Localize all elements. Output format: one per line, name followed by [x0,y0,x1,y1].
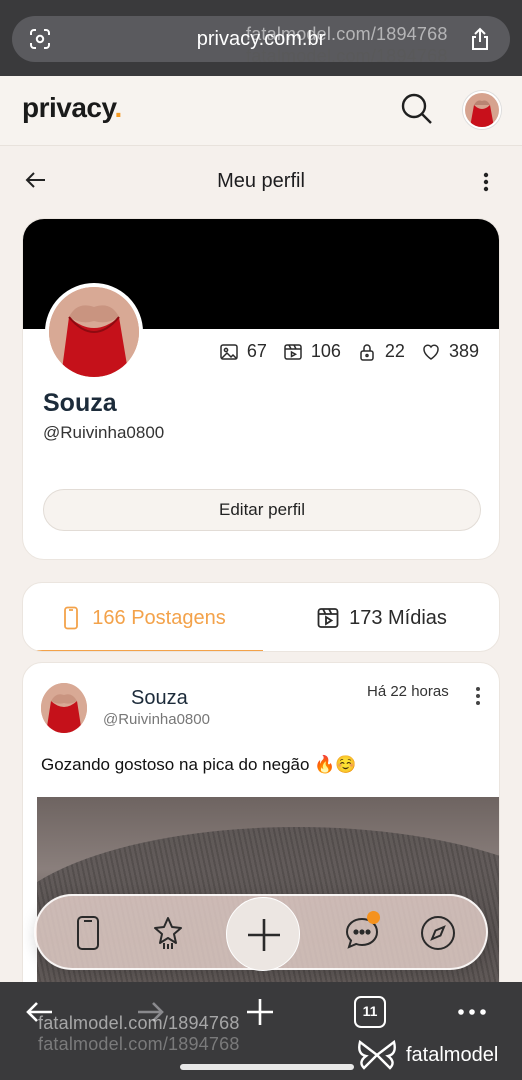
tab-media-label: 173 Mídias [349,606,447,629]
post-author-handle[interactable]: @Ruivinha0800 [103,711,210,728]
stat-videos: 106 [283,341,341,362]
video-icon [284,343,302,360]
share-icon[interactable] [468,26,492,52]
watermark: fatalmodel.com/1894768 [38,1013,240,1033]
profile-handle: @Ruivinha0800 [43,423,165,442]
profile-stats: 67 106 22 389 [219,341,479,362]
create-post-button[interactable] [226,897,300,971]
stat-likes-count: 389 [448,341,479,361]
compass-icon[interactable] [418,913,458,953]
watermark: fatalmodel.com/1894768 [38,1034,240,1054]
stat-photos-count: 67 [246,341,267,361]
search-icon[interactable] [400,92,434,126]
post-timestamp: Há 22 horas [367,683,449,700]
lock-icon [360,343,374,361]
stat-photos: 67 [219,341,267,362]
tab-posts-label: 166 Postagens [92,606,226,629]
page-navigation: Meu perfil [0,146,522,216]
home-indicator[interactable] [180,1064,354,1070]
profile-avatar[interactable] [45,283,143,381]
plus-icon [248,919,280,951]
floating-bottom-nav [34,894,488,971]
phone-icon[interactable] [68,913,108,953]
star-icon[interactable] [148,913,188,953]
profile-name: Souza [43,389,117,417]
browser-url-bar-area: privacy.com.br fatalmodel.com/1894768 fa… [0,0,522,76]
more-horizontal-icon[interactable] [456,996,488,1028]
notification-dot [367,911,380,924]
chat-button[interactable] [342,911,382,953]
post-text: Gozando gostoso na pica do negão 🔥☺️ [41,755,357,774]
profile-card: 67 106 22 389 Souza @Ruivinha0800 Editar… [22,218,500,560]
post-author-avatar[interactable] [41,683,87,733]
stat-likes: 389 [421,341,479,362]
watermark: fatalmodel.com/1894768 [246,46,448,66]
stat-locked: 22 [357,341,405,362]
stat-locked-count: 22 [384,341,405,361]
phone-icon [64,606,79,630]
privacy-logo[interactable]: privacy. [22,92,122,124]
more-vertical-icon[interactable] [476,170,496,194]
tab-posts[interactable]: 166 Postagens [23,583,263,651]
image-icon [220,343,238,360]
butterfly-icon [358,1040,396,1070]
post-author-name[interactable]: Souza [131,687,188,710]
profile-tabs: 166 Postagens 173 Mídias [22,582,500,652]
new-tab-plus-icon[interactable] [244,996,276,1028]
watermark: fatalmodel.com/1894768 [246,24,448,44]
avatar[interactable] [463,91,501,129]
tab-media[interactable]: 173 Mídias [263,583,499,651]
fatalmodel-logo: fatalmodel [356,1040,498,1070]
heart-icon [423,343,439,360]
fatalmodel-wordmark: fatalmodel [406,1043,499,1066]
more-vertical-icon[interactable] [471,685,485,707]
site-header: privacy. [0,76,522,146]
tabs-count-button[interactable]: 11 [354,996,386,1028]
stat-videos-count: 106 [310,341,341,361]
video-icon [317,608,339,628]
edit-profile-button[interactable]: Editar perfil [43,489,481,531]
page-title: Meu perfil [217,170,305,192]
